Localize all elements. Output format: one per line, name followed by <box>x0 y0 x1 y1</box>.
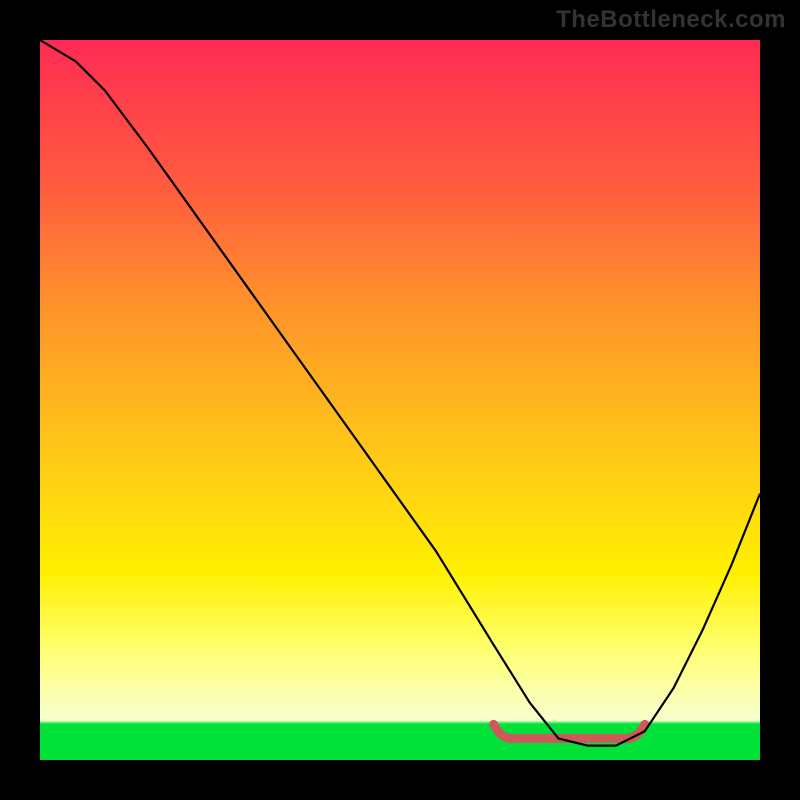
optimal-range-highlight <box>494 724 645 738</box>
plot-area <box>40 40 760 760</box>
bottleneck-curve <box>40 40 760 746</box>
curve-layer <box>40 40 760 760</box>
chart-frame: TheBottleneck.com <box>0 0 800 800</box>
watermark-text: TheBottleneck.com <box>556 6 786 34</box>
